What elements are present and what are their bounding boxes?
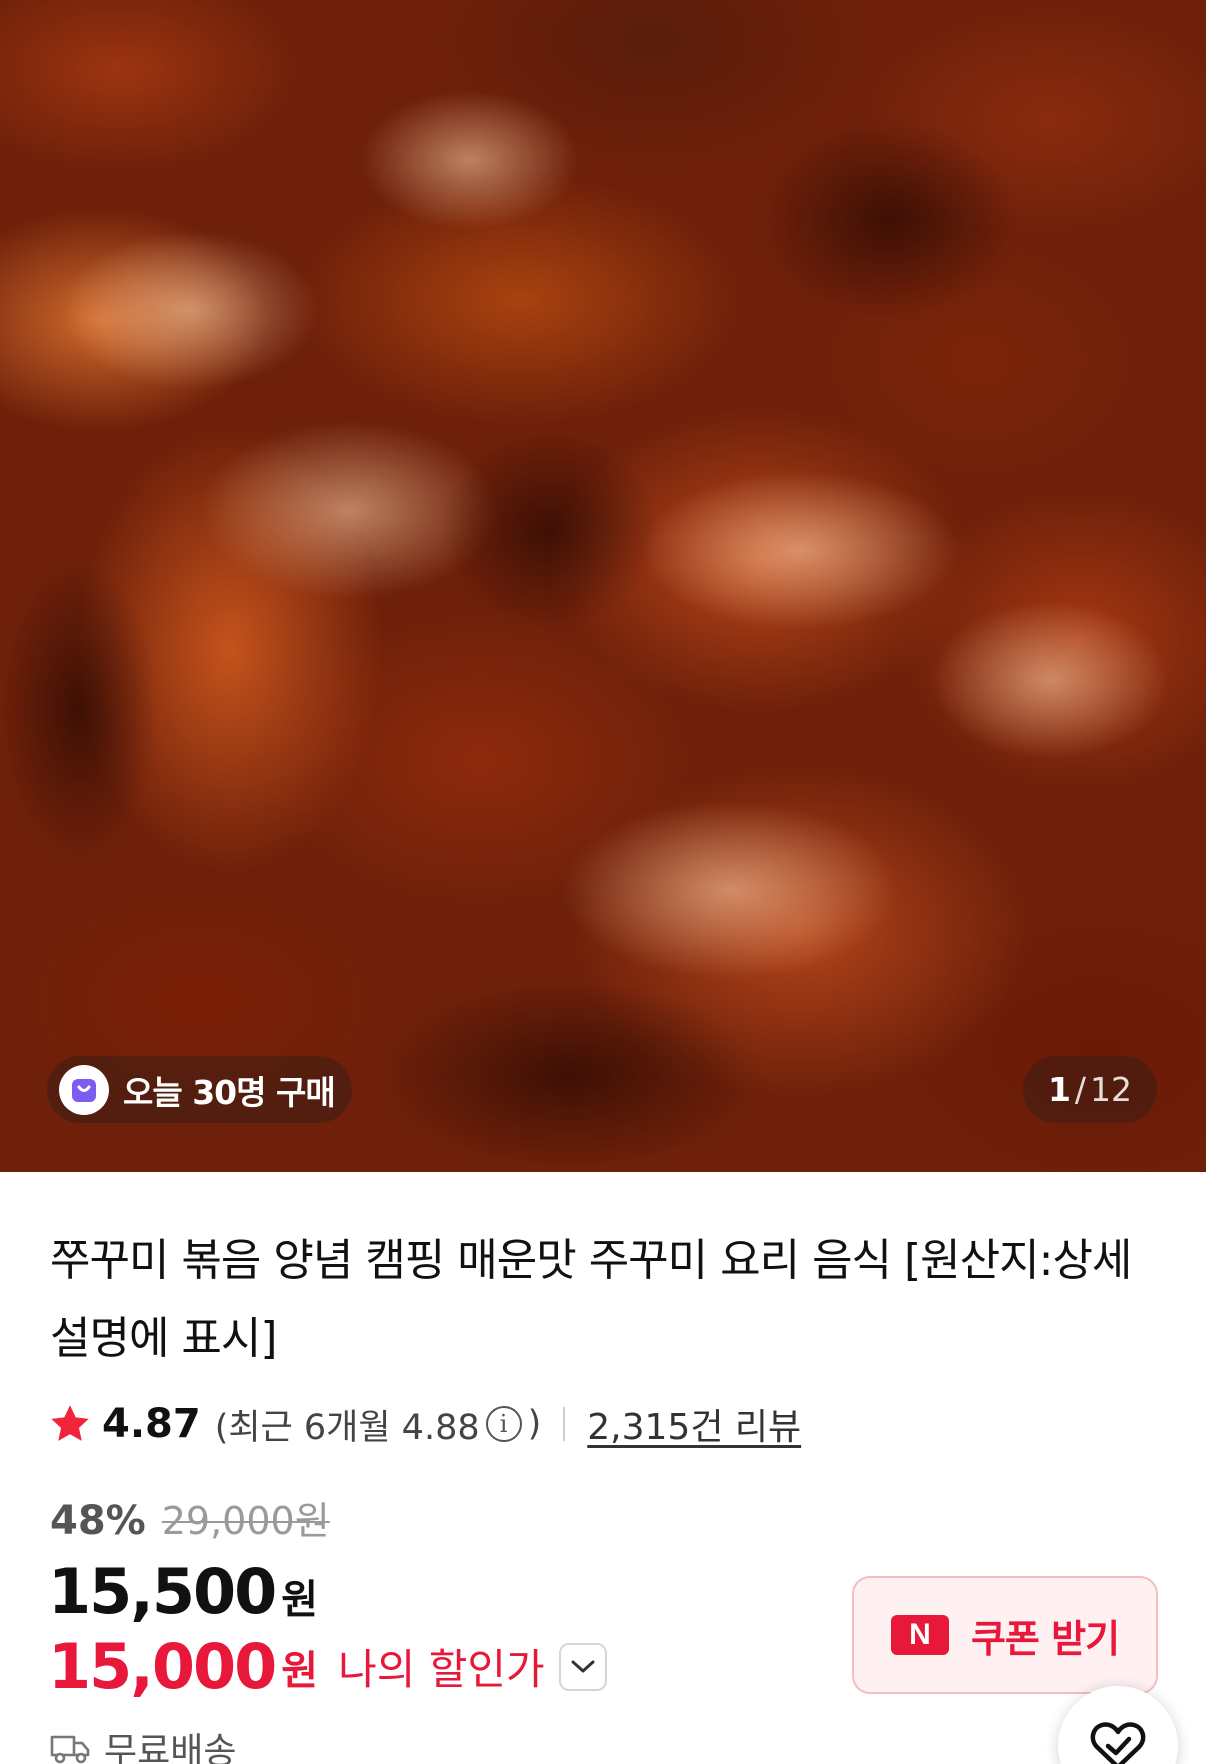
pager-current: 1 [1047, 1070, 1071, 1109]
rating-score: 4.87 [102, 1401, 201, 1447]
star-icon [51, 1405, 89, 1441]
image-highlight [360, 90, 580, 230]
pager-separator: / [1074, 1070, 1087, 1109]
rating-row: 4.87 (최근 6개월 4.88 i ) 2,315건 리뷰 [48, 1398, 801, 1450]
recent-rating-close: ) [527, 1404, 542, 1444]
image-highlight [640, 470, 960, 630]
info-icon[interactable]: i [485, 1406, 522, 1442]
image-highlight [560, 800, 900, 980]
image-shadow [760, 120, 1020, 320]
shipping-row: 무료배송 [50, 1722, 236, 1764]
image-highlight [60, 230, 320, 390]
my-discount-label: 나의 할인가 [338, 1645, 545, 1694]
discount-row: 48% 29,000원 [50, 1490, 330, 1545]
image-highlight [930, 600, 1170, 760]
get-coupon-label: 쿠폰 받기 [970, 1616, 1120, 1661]
divider [563, 1407, 566, 1441]
recent-rating: (최근 6개월 4.88 i ) [215, 1399, 542, 1450]
shipping-label: 무료배송 [104, 1731, 237, 1764]
sale-price-unit: 원 [281, 1577, 319, 1623]
reviews-link[interactable]: 2,315건 리뷰 [587, 1398, 801, 1450]
heart-check-icon [1090, 1722, 1146, 1764]
recent-rating-text: (최근 6개월 4.88 [214, 1407, 480, 1448]
my-discount-price-unit: 원 [281, 1647, 319, 1694]
product-image[interactable]: 오늘 30명 구매 1 / 12 [0, 0, 1206, 1172]
discount-percent: 48% [50, 1498, 146, 1544]
truck-icon [50, 1735, 90, 1764]
pager-total: 12 [1090, 1070, 1133, 1109]
npay-logo-icon: N [890, 1615, 949, 1655]
image-pager: 1 / 12 [1023, 1056, 1157, 1123]
today-purchases-text: 오늘 30명 구매 [123, 1072, 336, 1112]
shopping-bag-icon [59, 1064, 109, 1115]
today-purchases-badge: 오늘 30명 구매 [47, 1056, 352, 1123]
image-shadow [440, 430, 660, 630]
my-discount-price: 15,000 [48, 1630, 277, 1703]
my-discount-price-row[interactable]: 15,000 원 나의 할인가 [48, 1630, 607, 1703]
sale-price: 15,500 [48, 1555, 277, 1628]
image-shadow [0, 560, 160, 860]
image-shadow [380, 980, 760, 1170]
product-title: 쭈꾸미 볶음 양념 캠핑 매운맛 주꾸미 요리 음식 [원산지:상세설명에 표시… [50, 1235, 1132, 1364]
original-price: 29,000원 [161, 1499, 330, 1543]
get-coupon-button[interactable]: N 쿠폰 받기 [852, 1576, 1158, 1694]
chevron-down-icon[interactable] [558, 1642, 607, 1691]
price-row: 15,500 원 [48, 1555, 318, 1628]
wishlist-button[interactable] [1058, 1686, 1178, 1764]
